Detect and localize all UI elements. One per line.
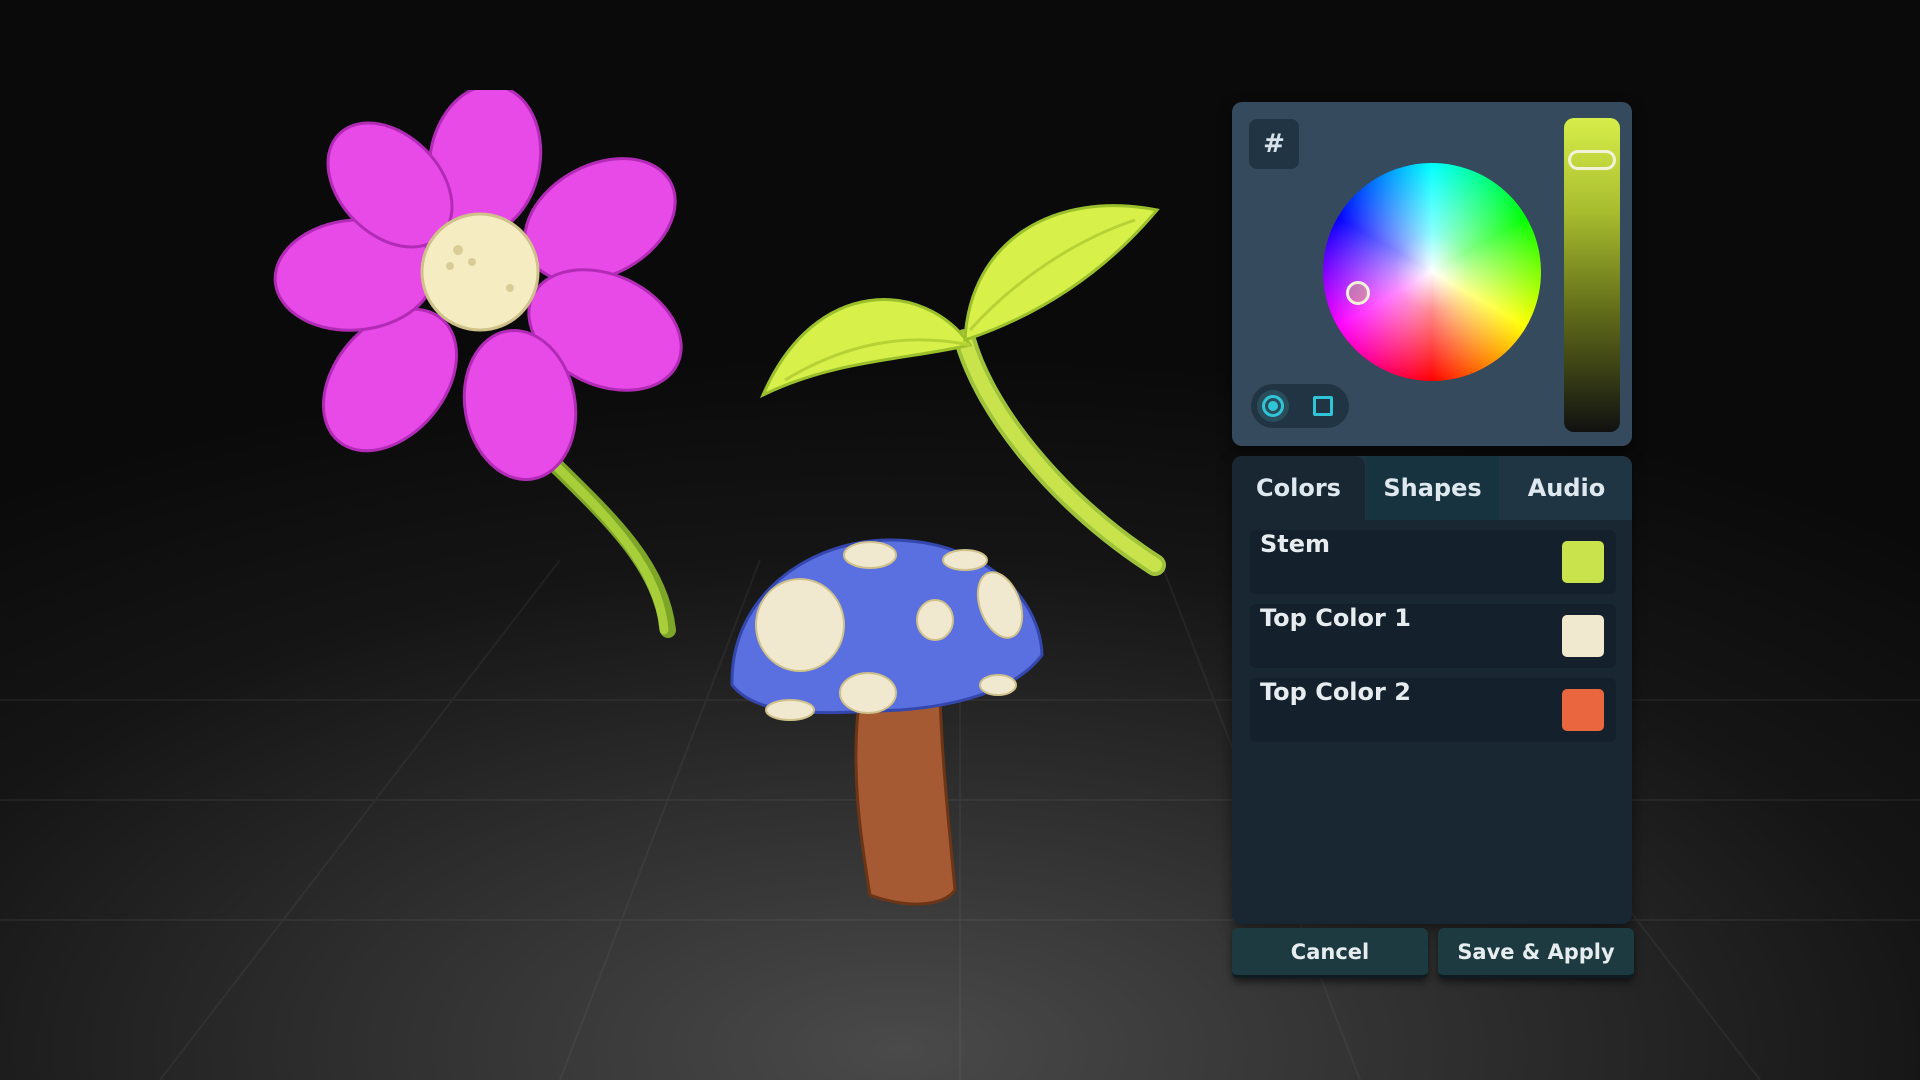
tab-shapes[interactable]: Shapes (1366, 456, 1499, 520)
circle-mode-icon[interactable] (1257, 390, 1289, 422)
tab-audio[interactable]: Audio (1500, 456, 1632, 520)
color-row-top-color-1[interactable]: Top Color 1 (1250, 604, 1616, 668)
color-swatch[interactable] (1562, 689, 1604, 731)
color-wheel[interactable] (1323, 163, 1541, 381)
mushroom-model[interactable] (720, 535, 1050, 915)
color-wheel-handle[interactable] (1346, 281, 1370, 305)
color-picker: # (1232, 102, 1632, 446)
color-swatch[interactable] (1562, 541, 1604, 583)
square-mode-icon[interactable] (1313, 396, 1333, 416)
tab-bar: Colors Shapes Audio (1232, 456, 1632, 520)
3d-viewport[interactable] (0, 0, 1920, 1080)
color-row-label: Top Color 2 (1260, 678, 1411, 706)
color-row-label: Stem (1260, 530, 1331, 558)
brightness-slider[interactable] (1564, 118, 1620, 432)
color-row-label: Top Color 1 (1260, 604, 1411, 632)
flower-model[interactable] (270, 90, 690, 650)
save-apply-button[interactable]: Save & Apply (1438, 928, 1634, 978)
tab-colors[interactable]: Colors (1232, 456, 1365, 520)
color-row-top-color-2[interactable]: Top Color 2 (1250, 678, 1616, 742)
color-swatch[interactable] (1562, 615, 1604, 657)
properties-panel: Colors Shapes Audio Stem Top Color 1 Top… (1232, 456, 1632, 924)
color-row-stem[interactable]: Stem (1250, 530, 1616, 594)
cancel-button[interactable]: Cancel (1232, 928, 1428, 978)
brightness-slider-handle[interactable] (1568, 150, 1616, 170)
sprout-model[interactable] (755, 180, 1175, 580)
hex-input-button[interactable]: # (1249, 119, 1299, 169)
picker-mode-toggle (1251, 384, 1349, 428)
